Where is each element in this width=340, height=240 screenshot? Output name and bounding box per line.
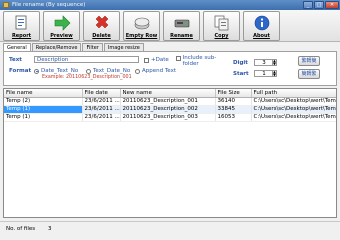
digit-label: Digit bbox=[233, 60, 248, 66]
format-option-label: Text_Date_No bbox=[93, 68, 131, 74]
date-checkbox[interactable]: +Date bbox=[144, 57, 169, 63]
tab-strip: General Replace/Remove Filter Image resi… bbox=[3, 43, 145, 52]
digit-spinner-arrows[interactable]: ▲ ▼ bbox=[272, 59, 277, 66]
convert-simp-to-trad-button[interactable]: 簡轉繁 bbox=[298, 69, 320, 79]
text-label: Text bbox=[9, 57, 22, 63]
about-button[interactable]: About bbox=[243, 11, 280, 41]
table-row[interactable]: Temp (2) 23/6/2011 ... 20110623_Descript… bbox=[4, 97, 336, 106]
format-radio-append-text[interactable]: Append Text bbox=[135, 68, 176, 74]
close-button[interactable]: ✕ bbox=[325, 1, 339, 9]
format-option-label: Append Text bbox=[142, 68, 176, 74]
rename-label: Rename bbox=[170, 33, 193, 39]
radio-dot[interactable] bbox=[86, 68, 91, 74]
format-label: Format bbox=[9, 68, 32, 74]
file-grid[interactable]: File name File date New name File Size F… bbox=[3, 88, 337, 218]
format-radio-text-date-no[interactable]: Text_Date_No bbox=[86, 68, 130, 74]
report-label: Report bbox=[11, 33, 32, 39]
cell-file-date[interactable]: 23/6/2011 ... bbox=[82, 105, 121, 114]
tab-filter[interactable]: Filter bbox=[82, 43, 103, 51]
preview-arrow-icon bbox=[54, 15, 71, 31]
cell-file-size[interactable]: 36140 bbox=[215, 97, 252, 106]
table-row[interactable]: Temp (1) 23/6/2011 ... 20110623_Descript… bbox=[4, 105, 336, 114]
maximize-button[interactable]: □ bbox=[314, 1, 324, 9]
preview-button[interactable]: Preview bbox=[43, 11, 80, 41]
tab-replace-remove[interactable]: Replace/Remove bbox=[31, 43, 82, 51]
cell-full-path[interactable]: C:\Users\sc\Desktop\wert\Temp (2 bbox=[251, 97, 336, 106]
cell-file-name[interactable]: Temp (1) bbox=[4, 113, 83, 122]
cell-file-size[interactable]: 16053 bbox=[215, 113, 252, 122]
delete-button[interactable]: Delete bbox=[83, 11, 120, 41]
minimize-button[interactable]: _ bbox=[303, 1, 313, 9]
column-header-new-name[interactable]: New name bbox=[120, 89, 216, 98]
cell-file-date[interactable]: 23/6/2011 ... bbox=[82, 113, 121, 122]
delete-label: Delete bbox=[92, 33, 111, 39]
format-radio-date-text-no[interactable]: Date_Text_No bbox=[34, 68, 78, 74]
radio-dot[interactable] bbox=[34, 68, 39, 74]
about-label: About bbox=[253, 33, 270, 39]
format-option-label: Date_Text_No bbox=[41, 68, 79, 74]
copy-button[interactable]: Copy bbox=[203, 11, 240, 41]
empty-row-icon bbox=[134, 17, 150, 30]
date-checkbox-box[interactable] bbox=[144, 57, 149, 63]
rename-drive-icon bbox=[174, 19, 190, 28]
about-info-icon bbox=[254, 15, 270, 31]
include-subfolder-box[interactable] bbox=[176, 56, 181, 61]
digit-spinner[interactable]: 3 bbox=[254, 59, 274, 66]
column-header-file-date[interactable]: File date bbox=[82, 89, 121, 98]
report-button[interactable]: Report bbox=[3, 11, 40, 41]
cell-file-name[interactable]: Temp (1) bbox=[4, 105, 83, 114]
date-checkbox-label: +Date bbox=[151, 57, 169, 63]
general-panel: Text Description +Date Include sub-folde… bbox=[3, 51, 337, 86]
app-icon bbox=[3, 2, 9, 8]
cell-full-path[interactable]: C:\Users\sc\Desktop\wert\Temp (1 bbox=[251, 113, 336, 122]
cell-new-name[interactable]: 20110623_Description_002 bbox=[120, 105, 216, 114]
preview-label: Preview bbox=[50, 33, 73, 39]
table-row[interactable]: Temp (1) 23/6/2011 ... 20110623_Descript… bbox=[4, 113, 336, 122]
format-example: Example: 20110623_Description_001 bbox=[42, 75, 132, 80]
toolbar: Report Preview Delete Empty Row Rename C… bbox=[0, 10, 340, 42]
cell-file-name[interactable]: Temp (2) bbox=[4, 97, 83, 106]
grid-header-row: File name File date New name File Size F… bbox=[4, 89, 336, 98]
column-header-file-size[interactable]: File Size bbox=[215, 89, 252, 98]
text-input[interactable]: Description bbox=[34, 56, 139, 63]
report-icon bbox=[15, 15, 27, 30]
cell-new-name[interactable]: 20110623_Description_003 bbox=[120, 113, 216, 122]
cell-new-name[interactable]: 20110623_Description_001 bbox=[120, 97, 216, 106]
column-header-full-path[interactable]: Full path bbox=[251, 89, 336, 98]
include-subfolder-label: Include sub-folder bbox=[182, 55, 217, 67]
copy-icon bbox=[214, 15, 229, 31]
start-spinner-arrows[interactable]: ▲ ▼ bbox=[272, 70, 277, 77]
empty-row-button[interactable]: Empty Row bbox=[123, 11, 160, 41]
include-subfolder-checkbox[interactable]: Include sub-folder bbox=[176, 55, 226, 67]
start-spinner[interactable]: 1 bbox=[254, 70, 274, 77]
convert-trad-to-simp-button[interactable]: 繁轉簡 bbox=[298, 56, 320, 66]
status-bar: No. of files 3 bbox=[0, 221, 340, 235]
start-label: Start bbox=[233, 71, 249, 77]
column-header-file-name[interactable]: File name bbox=[4, 89, 83, 98]
copy-label: Copy bbox=[214, 33, 229, 39]
title-bar: File rename (By sequence) _ □ ✕ bbox=[0, 0, 340, 10]
delete-x-icon bbox=[95, 15, 109, 29]
rename-button[interactable]: Rename bbox=[163, 11, 200, 41]
radio-dot[interactable] bbox=[135, 68, 140, 74]
empty-row-label: Empty Row bbox=[125, 33, 158, 39]
tab-image-resize[interactable]: Image resize bbox=[103, 43, 144, 51]
window-title: File rename (By sequence) bbox=[12, 2, 86, 8]
cell-full-path[interactable]: C:\Users\sc\Desktop\wert\Temp (1 bbox=[251, 105, 336, 114]
cell-file-date[interactable]: 23/6/2011 ... bbox=[82, 97, 121, 106]
cell-file-size[interactable]: 33845 bbox=[215, 105, 252, 114]
file-count-label: No. of files bbox=[6, 226, 36, 232]
file-count-value: 3 bbox=[48, 226, 52, 232]
